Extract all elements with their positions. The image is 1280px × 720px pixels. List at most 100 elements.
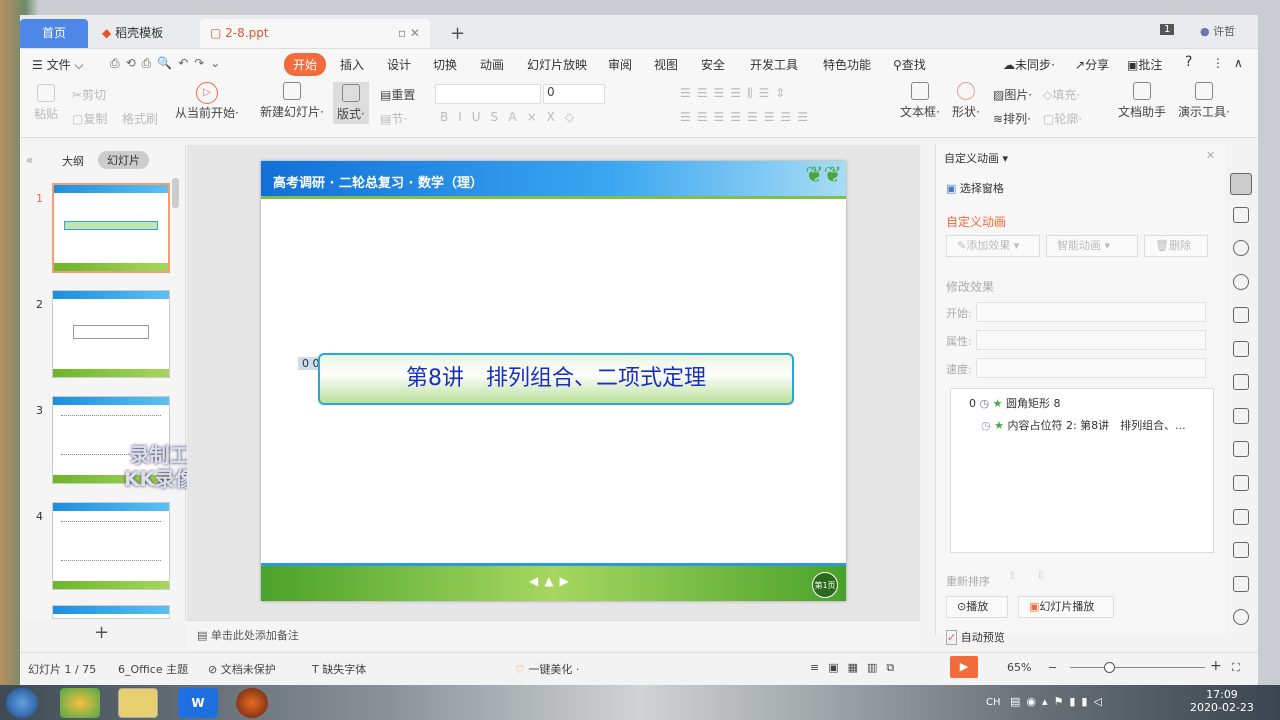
slide[interactable]: 高考调研 · 二轮总复习 · 数学（理） ❦❦ 0 0 第8讲 排列组合、二项式… [261, 161, 846, 601]
play-button[interactable]: ⊙播放 [946, 596, 1008, 618]
zoom-in-button[interactable]: + [1210, 658, 1222, 674]
taskbar-wps[interactable]: W [178, 688, 218, 718]
menu-tab-slideshow[interactable]: 幻灯片放映 [527, 56, 587, 73]
image-layout-icon[interactable] [1233, 475, 1249, 491]
zoom-level[interactable]: 65% [1007, 661, 1031, 674]
menu-tab-design[interactable]: 设计 [387, 56, 411, 73]
speed-select[interactable] [976, 358, 1206, 378]
tab-outline[interactable]: 大纲 [62, 153, 84, 169]
new-slide-button[interactable]: 新建幻灯片· [260, 82, 324, 120]
font-size-select[interactable]: 0 [543, 84, 605, 104]
menu-tab-developer[interactable]: 开发工具 [750, 56, 798, 73]
menu-tab-view[interactable]: 视图 [654, 56, 678, 73]
format-painter-button[interactable]: 格式刷 [122, 110, 158, 127]
paragraph-buttons[interactable]: ☰☰☰☰⫼☰⇕ [680, 86, 791, 101]
slide-title-box[interactable]: 第8讲 排列组合、二项式定理 [318, 353, 794, 405]
menu-tab-features[interactable]: 特色功能 [823, 56, 871, 73]
file-menu[interactable]: ☰ 文件 ⌵ [32, 56, 84, 73]
badge-icon[interactable] [1233, 274, 1249, 290]
sound-icon[interactable] [1233, 609, 1249, 625]
collapse-pane-icon[interactable]: « [26, 153, 33, 167]
auto-preview-checkbox[interactable]: ✓ 自动预览 [946, 629, 1005, 645]
beautify-button[interactable]: ♡ 一键美化 · [515, 661, 579, 677]
textbox-button[interactable]: 文本框· [900, 82, 940, 120]
slide-thumbnail-1[interactable] [52, 183, 170, 273]
thumbnail-scrollbar[interactable] [172, 178, 179, 208]
language-indicator[interactable]: CH [986, 697, 1001, 708]
present-tools-button[interactable]: 演示工具· [1178, 82, 1230, 120]
arrange-button[interactable]: ≋排列· [993, 110, 1031, 127]
taskbar-app-360[interactable] [60, 688, 100, 718]
property-select[interactable] [976, 330, 1206, 350]
slideshow-button[interactable]: ▣幻灯片播放 [1018, 596, 1114, 618]
zoom-slider-thumb[interactable] [1104, 662, 1115, 673]
missing-font-button[interactable]: T 缺失字体 [312, 661, 366, 677]
export-icon[interactable] [1233, 509, 1249, 525]
grid-icon[interactable] [1233, 374, 1249, 390]
animation-item[interactable]: 0 ◷ ★ 圆角矩形 8 [969, 395, 1060, 411]
close-pane-icon[interactable]: ✕ [1206, 149, 1215, 162]
close-tab-icon[interactable]: ▫ ✕ [398, 19, 420, 48]
shape-button[interactable]: 形状· [952, 82, 980, 120]
tab-slides[interactable]: 幻灯片 [98, 151, 149, 169]
fill-button[interactable]: ◇填充· [1043, 86, 1080, 103]
doc-helper-button[interactable]: 文档助手 [1118, 82, 1166, 120]
font-icon[interactable] [1233, 307, 1249, 323]
font-format-buttons[interactable]: BIUSA×X◇ [440, 110, 584, 124]
clock[interactable]: 17:09 2020-02-23 [1190, 688, 1254, 714]
menu-tab-security[interactable]: 安全 [701, 56, 725, 73]
theme-name[interactable]: 6_Office 主题 [118, 661, 188, 677]
tab-docer[interactable]: ◆ 稻壳模板 [92, 19, 196, 48]
cut-button[interactable]: ✂剪切 [72, 86, 106, 103]
user-account[interactable]: ● 许哲 [1200, 23, 1235, 39]
pane-title[interactable]: 自定义动画 ▾ [944, 150, 1008, 166]
section-button[interactable]: ▤节· [380, 110, 407, 127]
fit-window-icon[interactable]: ⛶ [1232, 661, 1240, 675]
new-tab-button[interactable]: + [440, 19, 475, 48]
search-button[interactable]: ⚲查找 [893, 56, 926, 73]
view-mode-buttons[interactable]: ≡▣▦▥⧉ [810, 661, 903, 675]
menu-tab-transition[interactable]: 切换 [433, 56, 457, 73]
slide-thumbnail-2[interactable] [52, 290, 170, 378]
picture-button[interactable]: ▨图片· [993, 86, 1032, 103]
shapes-icon[interactable] [1233, 240, 1249, 256]
picture-icon[interactable] [1233, 576, 1249, 592]
select-pane-button[interactable]: ▣ 选择窗格 [946, 180, 1004, 196]
play-slideshow-button[interactable]: ▶ [950, 656, 978, 678]
slide-nav-buttons[interactable]: ◀▲▶ [529, 574, 575, 588]
menu-tab-start[interactable]: 开始 [284, 53, 327, 76]
taskbar-explorer[interactable] [118, 688, 158, 718]
paste-button[interactable]: 粘贴 [34, 84, 58, 122]
zoom-out-button[interactable]: − [1048, 661, 1057, 674]
copy-button[interactable]: ▢复制 [72, 110, 107, 127]
from-current-button[interactable]: ▷ 从当前开始· [175, 82, 239, 121]
transition-icon[interactable] [1233, 207, 1249, 223]
archive-icon[interactable] [1233, 542, 1249, 558]
sliders-icon[interactable] [1233, 441, 1249, 457]
move-down-button[interactable]: ⇩ [1036, 569, 1045, 582]
slide-thumbnail-5[interactable] [52, 605, 170, 619]
start-select[interactable] [976, 302, 1206, 322]
comment-button[interactable]: ▣批注 [1127, 56, 1162, 73]
reset-button[interactable]: ▤重置 [380, 86, 415, 103]
protection-status[interactable]: ⊘ 文档未保护 [208, 661, 276, 677]
more-icon[interactable]: ⋮ [1212, 56, 1224, 70]
outline-button[interactable]: ▢轮廓· [1043, 110, 1082, 127]
start-button[interactable] [6, 688, 38, 718]
table-icon[interactable] [1233, 341, 1249, 357]
collapse-ribbon-icon[interactable]: ∧ [1234, 56, 1243, 70]
zoom-slider[interactable] [1070, 662, 1205, 673]
smart-animation-button[interactable]: 智能动画 ▾ [1046, 235, 1138, 257]
add-slide-button[interactable]: + [94, 622, 109, 643]
tray-icons[interactable]: ▤◉▴⚑▮▮◁ [1010, 695, 1108, 708]
tab-document[interactable]: ▢ 2-8.ppt ▫ ✕ [200, 19, 430, 48]
help-button[interactable]: ? [1185, 54, 1192, 70]
align-buttons[interactable]: ☰☰☰☰☰☰☰☰ [680, 110, 814, 124]
delete-button[interactable]: 🗑删除 [1144, 235, 1208, 257]
sync-button[interactable]: ☁未同步· [1003, 56, 1055, 73]
taskbar-kk-recorder[interactable] [236, 688, 268, 718]
layout-button[interactable]: 版式· [333, 82, 369, 124]
menu-tab-animation[interactable]: 动画 [480, 56, 504, 73]
quick-access-toolbar[interactable]: ⎙⟲⎙🔍↶↷⌄ [110, 56, 226, 71]
notes-area[interactable]: ▤ 单击此处添加备注 [187, 620, 920, 650]
